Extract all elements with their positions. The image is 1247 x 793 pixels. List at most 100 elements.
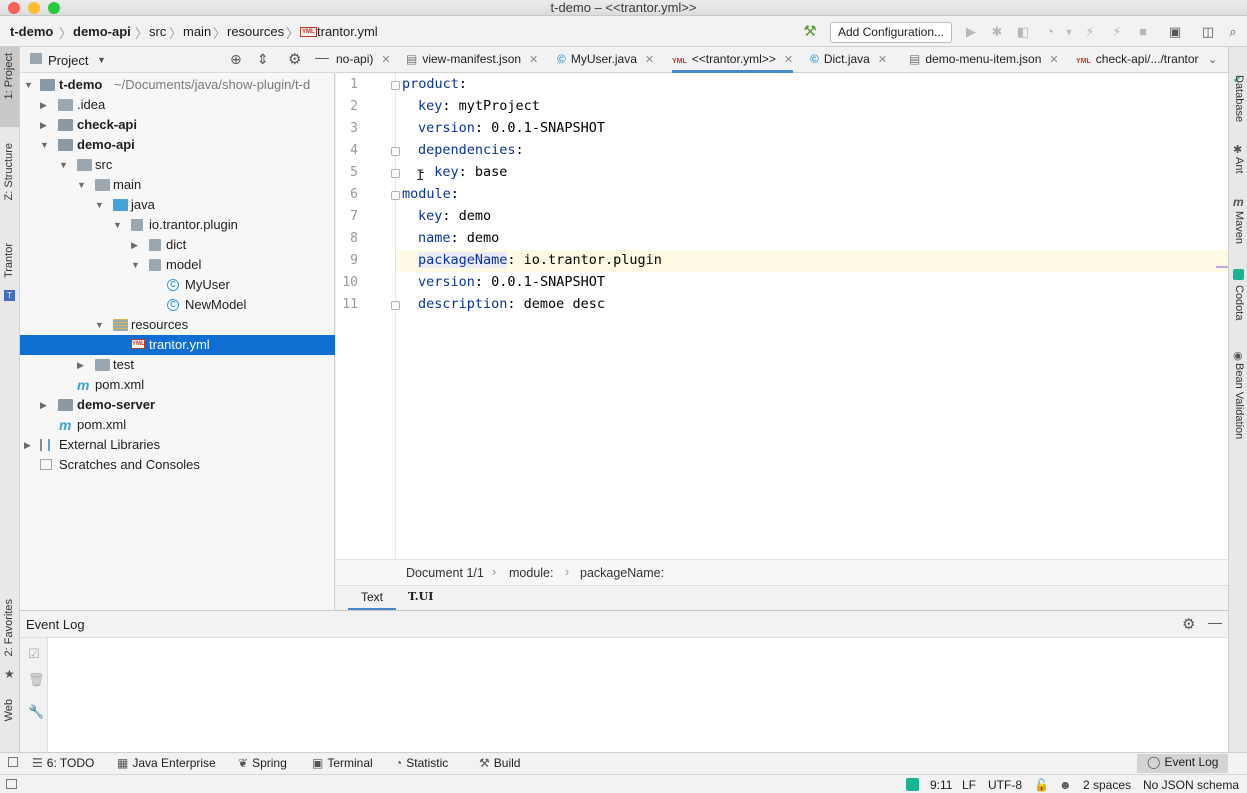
expand-arrow-icon[interactable]: ▼ — [40, 135, 49, 155]
status-panel-icon[interactable] — [6, 779, 17, 789]
tree-row-dict[interactable]: ▶ dict — [20, 235, 335, 255]
close-icon[interactable]: ✕ — [529, 54, 538, 66]
tree-row-demo-server[interactable]: ▶ demo-server — [20, 395, 335, 415]
statistic-tool-button[interactable]: ◔ Statistic — [395, 756, 448, 770]
fold-marker-icon[interactable] — [391, 169, 400, 178]
favorites-tool-button[interactable]: 2: Favorites — [3, 599, 15, 656]
breadcrumb-packagename[interactable]: packageName: — [580, 566, 664, 580]
locate-icon[interactable]: ⊕ — [230, 51, 242, 68]
line-separator[interactable]: LF — [962, 778, 976, 792]
close-icon[interactable]: ✕ — [381, 54, 390, 66]
file-encoding[interactable]: UTF-8 — [988, 778, 1022, 792]
expand-arrow-icon[interactable]: ▼ — [59, 155, 68, 175]
fold-marker-icon[interactable] — [391, 81, 400, 90]
expand-arrow-icon[interactable]: ▶ — [40, 115, 47, 135]
fold-marker-icon[interactable] — [391, 147, 400, 156]
expand-arrow-icon[interactable]: ▼ — [24, 75, 33, 95]
stop-icon[interactable]: ■ — [1136, 25, 1150, 39]
project-tool-button[interactable]: 1: Project — [0, 47, 19, 127]
tree-row-test[interactable]: ▶ test — [20, 355, 335, 375]
todo-tool-button[interactable]: ☰ 6: TODO — [32, 756, 94, 770]
crumb-main[interactable]: main — [183, 24, 211, 39]
tree-row-trantor-yml[interactable]: YML trantor.yml — [20, 335, 335, 355]
tree-row-resources[interactable]: ▼ resources — [20, 315, 335, 335]
lightning-off-icon[interactable]: ⚡ — [1110, 25, 1124, 39]
person-icon[interactable]: ☻ — [1059, 778, 1072, 792]
trash-icon[interactable]: 🗑 — [28, 672, 45, 688]
tree-row-myuser[interactable]: C MyUser — [20, 275, 335, 295]
tab-text-mode[interactable]: Text — [348, 586, 396, 611]
tree-row-external-libraries[interactable]: ▶ External Libraries — [20, 435, 335, 455]
expand-arrow-icon[interactable]: ▶ — [24, 435, 31, 455]
debug-icon[interactable]: ✱ — [990, 25, 1004, 39]
crumb-project[interactable]: t-demo — [10, 24, 53, 39]
ant-tool-button[interactable]: Ant — [1233, 157, 1245, 174]
tree-row-java[interactable]: ▼ java — [20, 195, 335, 215]
bean-validation-tool-button[interactable]: Bean Validation — [1233, 363, 1245, 439]
hide-icon[interactable]: — — [315, 49, 329, 65]
expand-arrow-icon[interactable]: ▶ — [40, 95, 47, 115]
expand-arrow-icon[interactable]: ▼ — [113, 215, 122, 235]
close-icon[interactable]: ✕ — [1049, 54, 1058, 66]
tree-row-package[interactable]: ▼ io.trantor.plugin — [20, 215, 335, 235]
run-icon[interactable]: ▶ — [964, 25, 978, 39]
tree-row-pom-demo-api[interactable]: m pom.xml — [20, 375, 335, 395]
codota-tool-button[interactable]: Codota — [1233, 285, 1245, 320]
expand-arrow-icon[interactable]: ▶ — [77, 355, 84, 375]
tree-row-idea[interactable]: ▶ .idea — [20, 95, 335, 115]
json-schema-selector[interactable]: No JSON schema — [1143, 778, 1239, 792]
expand-arrow-icon[interactable]: ▼ — [95, 315, 104, 335]
minimize-window-button[interactable] — [28, 2, 40, 14]
codota-status-icon[interactable] — [906, 778, 919, 791]
trantor-tool-button[interactable]: Trantor — [3, 243, 15, 278]
database-tool-button[interactable]: Database — [1233, 75, 1245, 122]
tab-check-api-trantor[interactable]: YML check-api/.../trantor — [1076, 47, 1204, 73]
indent-setting[interactable]: 2 spaces — [1083, 778, 1131, 792]
tab-view-manifest[interactable]: ▤ view-manifest.json ✕ — [406, 47, 538, 73]
crumb-module[interactable]: demo-api — [73, 24, 131, 39]
tree-row-pom-root[interactable]: m pom.xml — [20, 415, 335, 435]
gear-icon[interactable]: ⚙ — [1182, 615, 1195, 633]
tab-list-chevron-icon[interactable]: ⌄ — [1208, 53, 1217, 66]
tab-demo-api[interactable]: no-api) ✕ — [336, 47, 391, 73]
spring-tool-button[interactable]: ❦ Spring — [238, 756, 287, 770]
close-icon[interactable]: ✕ — [645, 54, 654, 66]
lock-icon[interactable]: 🔓 — [1034, 778, 1049, 792]
tree-row-check-api[interactable]: ▶ check-api — [20, 115, 335, 135]
terminal-tool-button[interactable]: ▣ Terminal — [312, 756, 373, 770]
fold-marker-icon[interactable] — [391, 301, 400, 310]
toggle-sidebar-icon[interactable] — [8, 757, 18, 767]
crumb-src[interactable]: src — [149, 24, 166, 39]
close-icon[interactable]: ✕ — [878, 54, 887, 66]
event-log-tool-button[interactable]: ◯ Event Log — [1137, 754, 1229, 773]
tree-row-t-demo[interactable]: ▼ t-demo ~/Documents/java/show-plugin/t-… — [20, 75, 335, 95]
gear-icon[interactable]: ⚙ — [288, 50, 301, 68]
code-view[interactable]: 1 2 3 4 5 6 7 8 9 10 11 product: key: my… — [336, 73, 1228, 559]
lightning-icon[interactable]: ⚡ — [1083, 25, 1097, 39]
collapse-all-icon[interactable]: ⇕ — [257, 51, 269, 68]
tab-myuser-java[interactable]: © MyUser.java ✕ — [557, 47, 654, 73]
tree-row-main[interactable]: ▼ main — [20, 175, 335, 195]
coverage-icon[interactable]: ◧ — [1016, 25, 1030, 39]
expand-arrow-icon[interactable]: ▶ — [131, 235, 138, 255]
breadcrumb-document[interactable]: Document 1/1 — [406, 566, 484, 580]
hide-icon[interactable]: — — [1208, 614, 1222, 630]
maximize-window-button[interactable] — [48, 2, 60, 14]
tab-trantor-yml[interactable]: YML <<trantor.yml>> ✕ — [672, 47, 794, 73]
add-configuration-button[interactable]: Add Configuration... — [830, 22, 952, 43]
tree-row-model[interactable]: ▼ model — [20, 255, 335, 275]
wrench-icon[interactable]: 🔧 — [28, 704, 44, 720]
breadcrumb-module[interactable]: module: — [509, 566, 553, 580]
tree-row-newmodel[interactable]: C NewModel — [20, 295, 335, 315]
close-icon[interactable]: ✕ — [784, 54, 793, 66]
build-hammer-icon[interactable]: ⚒ — [803, 24, 817, 39]
chevron-down-icon[interactable]: ▼ — [97, 55, 106, 65]
expand-arrow-icon[interactable]: ▼ — [95, 195, 104, 215]
project-structure-icon[interactable]: ▣ — [1168, 25, 1182, 39]
close-window-button[interactable] — [8, 2, 20, 14]
chevron-down-icon[interactable]: ▼ — [1062, 25, 1076, 39]
fold-marker-icon[interactable] — [391, 191, 400, 200]
java-enterprise-tool-button[interactable]: ▦ Java Enterprise — [117, 756, 216, 770]
tree-row-scratches[interactable]: Scratches and Consoles — [20, 455, 335, 475]
search-everywhere-icon[interactable]: ⌕ — [1226, 25, 1240, 39]
